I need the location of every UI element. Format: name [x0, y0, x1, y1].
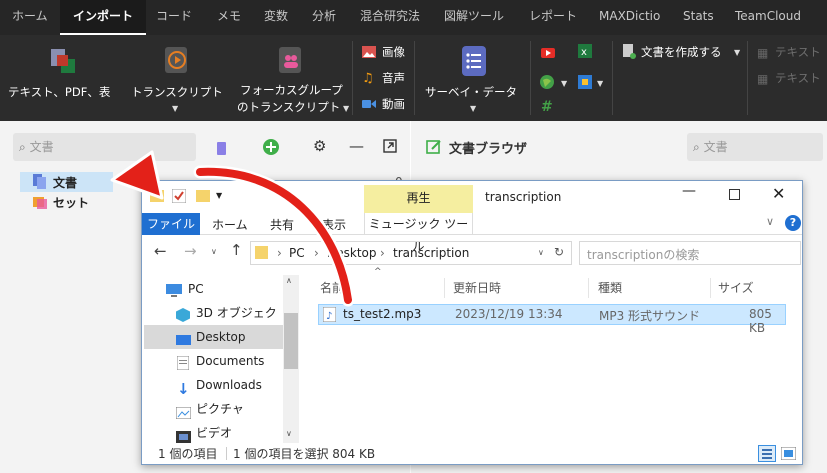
drag-arrow-head-icon [110, 150, 164, 200]
drag-arrow-shaft [196, 167, 352, 304]
drag-arrow-overlay [110, 150, 355, 307]
